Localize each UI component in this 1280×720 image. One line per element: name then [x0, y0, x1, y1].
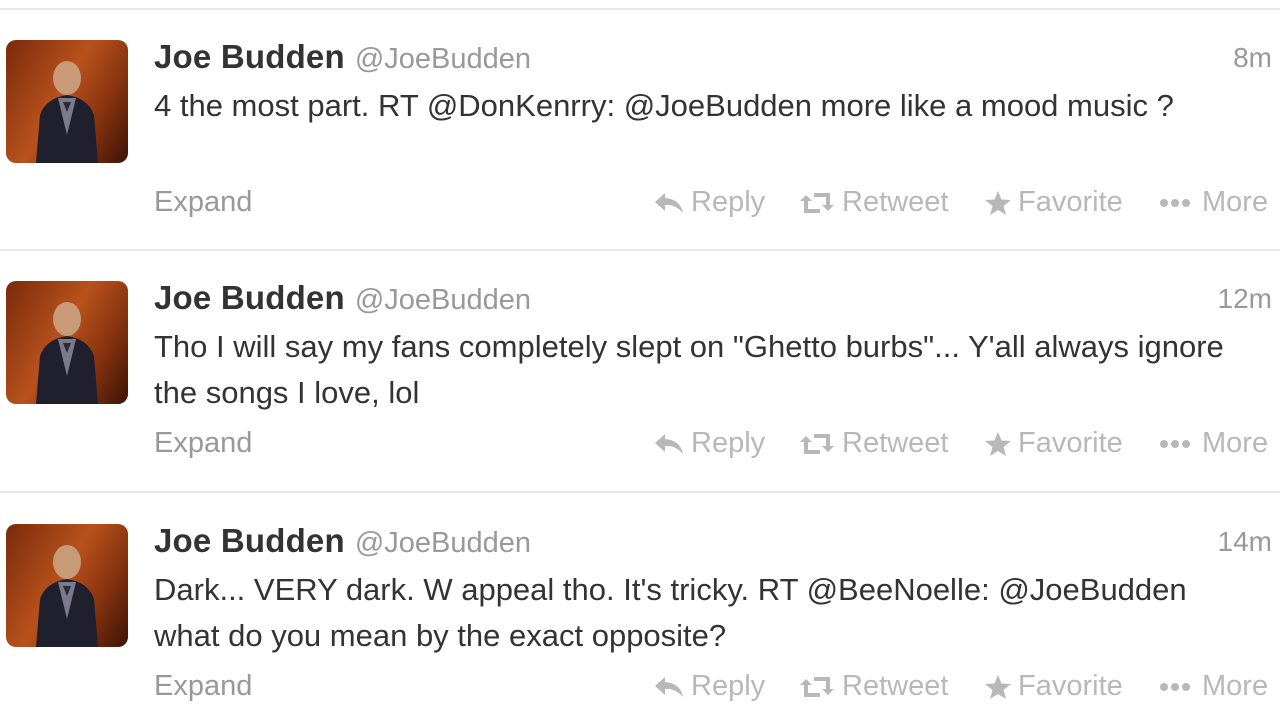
tweet-text: 4 the most part. RT @DonKenrry: @JoeBudd… — [154, 83, 1234, 129]
favorite-button[interactable]: Favorite — [984, 670, 1123, 703]
retweet-icon — [800, 192, 834, 213]
retweet-label: Retweet — [842, 670, 949, 702]
user-fullname[interactable]: Joe Budden — [154, 38, 345, 75]
retweet-icon — [800, 433, 834, 454]
reply-arrow-icon — [655, 192, 683, 213]
reply-button[interactable]: Reply — [653, 427, 765, 460]
tweet-actions: Expand Reply Retweet Favorite More — [0, 670, 1280, 710]
tweet-header: Joe Budden @JoeBudden — [154, 522, 531, 562]
tweet-text: Tho I will say my fans completely slept … — [154, 324, 1234, 416]
retweet-label: Retweet — [842, 186, 949, 218]
more-label: More — [1202, 670, 1269, 702]
tweet-text: Dark... VERY dark. W appeal tho. It's tr… — [154, 567, 1234, 659]
tweet-actions: Expand Reply Retweet Favorite More — [0, 427, 1280, 467]
avatar[interactable] — [6, 281, 128, 404]
tweet-header: Joe Budden @JoeBudden — [154, 279, 531, 319]
star-icon — [985, 431, 1011, 456]
user-fullname[interactable]: Joe Budden — [154, 279, 345, 316]
retweet-label: Retweet — [842, 427, 949, 459]
favorite-label: Favorite — [1018, 670, 1123, 702]
user-handle[interactable]: @JoeBudden — [355, 284, 531, 316]
reply-label: Reply — [691, 427, 766, 459]
mention-link[interactable]: @JoeBudden — [624, 88, 812, 123]
tweet-timestamp[interactable]: 14m — [1218, 526, 1272, 558]
reply-label: Reply — [691, 186, 766, 218]
ellipsis-icon — [1160, 682, 1190, 691]
star-icon — [985, 190, 1011, 215]
more-button[interactable]: More — [1158, 427, 1268, 460]
ellipsis-icon — [1160, 198, 1190, 207]
ellipsis-icon — [1160, 439, 1190, 448]
user-fullname[interactable]: Joe Budden — [154, 522, 345, 559]
star-icon — [985, 674, 1011, 699]
text-segment: Dark... VERY dark. W appeal tho. It's tr… — [154, 572, 807, 607]
favorite-button[interactable]: Favorite — [984, 186, 1123, 219]
timeline-top-border — [0, 0, 1280, 10]
more-label: More — [1202, 427, 1269, 459]
favorite-label: Favorite — [1018, 186, 1123, 218]
mention-link[interactable]: @JoeBudden — [998, 572, 1186, 607]
text-segment: : — [606, 88, 624, 123]
tweet-header: Joe Budden @JoeBudden — [154, 38, 531, 78]
tweet-actions: Expand Reply Retweet Favorite More — [0, 186, 1280, 226]
expand-link[interactable]: Expand — [154, 186, 252, 219]
expand-link[interactable]: Expand — [154, 670, 252, 703]
more-label: More — [1202, 186, 1269, 218]
tweet-timestamp[interactable]: 12m — [1218, 283, 1272, 315]
reply-button[interactable]: Reply — [653, 186, 765, 219]
reply-arrow-icon — [655, 676, 683, 697]
reply-label: Reply — [691, 670, 766, 702]
user-handle[interactable]: @JoeBudden — [355, 43, 531, 75]
retweet-button[interactable]: Retweet — [798, 427, 948, 460]
text-segment: what do you mean by the exact opposite? — [154, 618, 727, 653]
retweet-icon — [800, 676, 834, 697]
retweet-button[interactable]: Retweet — [798, 186, 948, 219]
text-segment: 4 the most part. RT — [154, 88, 427, 123]
mention-link[interactable]: @DonKenrry — [427, 88, 607, 123]
favorite-button[interactable]: Favorite — [984, 427, 1123, 460]
user-handle[interactable]: @JoeBudden — [355, 527, 531, 559]
tweet-timestamp[interactable]: 8m — [1233, 42, 1272, 74]
avatar[interactable] — [6, 524, 128, 647]
expand-link[interactable]: Expand — [154, 427, 252, 460]
more-button[interactable]: More — [1158, 670, 1268, 703]
mention-link[interactable]: @BeeNoelle — [807, 572, 982, 607]
text-segment: : — [981, 572, 999, 607]
retweet-button[interactable]: Retweet — [798, 670, 948, 703]
tweet[interactable]: Joe Budden @JoeBudden 8m 4 the most part.… — [0, 10, 1280, 252]
reply-arrow-icon — [655, 433, 683, 454]
tweet[interactable]: Joe Budden @JoeBudden 14m Dark... VERY da… — [0, 494, 1280, 720]
tweet[interactable]: Joe Budden @JoeBudden 12m Tho I will say … — [0, 251, 1280, 493]
avatar[interactable] — [6, 40, 128, 163]
text-segment: Tho I will say my fans completely slept … — [154, 329, 1224, 410]
text-segment: more like a mood music ? — [812, 88, 1174, 123]
favorite-label: Favorite — [1018, 427, 1123, 459]
reply-button[interactable]: Reply — [653, 670, 765, 703]
more-button[interactable]: More — [1158, 186, 1268, 219]
tweet-divider — [0, 491, 1280, 493]
